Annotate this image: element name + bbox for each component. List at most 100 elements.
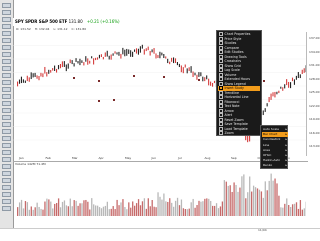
toolbar-tool-icon[interactable] (2, 52, 11, 57)
price-candle (132, 52, 133, 57)
volume-bar (42, 210, 43, 216)
volume-bar (85, 200, 86, 216)
toolbar-tool-icon[interactable] (2, 108, 11, 113)
volume-bar (208, 199, 209, 216)
toolbar-tool-icon[interactable] (2, 115, 11, 120)
date-label: 11/04 (258, 228, 267, 232)
toolbar-tool-icon[interactable] (2, 192, 11, 197)
volume-bar (204, 199, 205, 216)
price-candle (296, 76, 297, 80)
signal-marker (73, 77, 75, 79)
price-tick-label: 134.00 (309, 50, 320, 54)
toolbar-tool-icon[interactable] (2, 59, 11, 64)
toolbar-tool-icon[interactable] (2, 80, 11, 85)
volume-pane[interactable] (13, 166, 306, 218)
toolbar-tool-icon[interactable] (2, 17, 11, 22)
toolbar-tool-icon[interactable] (2, 24, 11, 29)
checkbox-icon (219, 46, 223, 50)
volume-bar (298, 209, 299, 216)
toolbar-tool-icon[interactable] (2, 38, 11, 43)
submenu-item-label: Line (263, 143, 269, 147)
submenu-item-label: Bar Chart (263, 132, 277, 136)
price-candle (144, 49, 145, 54)
volume-bar (212, 206, 213, 216)
menu-item-label: Text Note (225, 104, 240, 108)
time-tick-label: Apr (99, 156, 104, 160)
toolbar-tool-icon[interactable] (2, 185, 11, 190)
volume-bar (37, 203, 38, 216)
volume-bar (183, 208, 184, 216)
checkbox-icon (219, 41, 223, 45)
volume-bar (74, 200, 75, 216)
volume-bar (115, 209, 116, 216)
price-axis[interactable]: 137.00134.00131.00128.00125.00122.00119.… (306, 32, 320, 156)
toolbar-tool-icon[interactable] (2, 87, 11, 92)
left-toolbar (0, 0, 14, 240)
price-candle (70, 60, 71, 64)
price-candle (208, 79, 209, 86)
toolbar-tool-icon[interactable] (2, 150, 11, 155)
volume-bar (134, 206, 135, 216)
volume-bar (232, 192, 233, 216)
volume-bar (239, 188, 240, 216)
volume-bar (140, 205, 141, 216)
price-candle (120, 54, 121, 59)
chart-context-menu: Chart PropertiesPrice StyleStudiesCompar… (216, 30, 262, 136)
submenu-item-label: OHLC (263, 153, 271, 157)
toolbar-tool-icon[interactable] (2, 73, 11, 78)
toolbar-tool-icon[interactable] (2, 157, 11, 162)
price-candle (109, 56, 110, 60)
toolbar-tool-icon[interactable] (2, 199, 11, 204)
menu-item-label: Trendline (225, 91, 239, 95)
price-candle (198, 72, 199, 77)
volume-bar (95, 205, 96, 216)
price-candle (118, 52, 119, 56)
submenu-item[interactable]: Renko▸ (262, 163, 288, 168)
toolbar-tool-icon[interactable] (2, 45, 11, 50)
toolbar-tool-icon[interactable] (2, 164, 11, 169)
volume-bar (265, 181, 266, 216)
toolbar-tool-icon[interactable] (2, 143, 11, 148)
time-tick-label: Jul (178, 156, 182, 160)
toolbar-tool-icon[interactable] (2, 101, 11, 106)
price-candle (177, 62, 178, 65)
menu-item[interactable]: Zoom (218, 131, 260, 136)
price-candle (210, 82, 211, 86)
price-candle (272, 92, 273, 96)
volume-bar (66, 205, 67, 216)
submenu-item-label: Renko (263, 163, 272, 167)
price-candle (183, 67, 184, 73)
toolbar-tool-icon[interactable] (2, 10, 11, 15)
checkbox-icon (219, 50, 223, 54)
toolbar-tool-icon[interactable] (2, 206, 11, 211)
menu-item-label: Compare (225, 46, 239, 50)
price-tick-label: 137.00 (309, 36, 320, 40)
volume-bar (19, 202, 20, 216)
volume-bar (146, 209, 147, 216)
volume-bar (136, 203, 137, 216)
price-candle (191, 66, 192, 73)
toolbar-tool-icon[interactable] (2, 66, 11, 71)
toolbar-tool-icon[interactable] (2, 94, 11, 99)
volume-bar (198, 201, 199, 216)
volume-bar (91, 198, 92, 216)
price-candle (83, 62, 84, 65)
checkbox-icon (219, 100, 223, 104)
volume-bar (161, 200, 162, 216)
toolbar-tool-icon[interactable] (2, 136, 11, 141)
price-candle (189, 67, 190, 71)
checkbox-icon (219, 73, 223, 77)
toolbar-tool-icon[interactable] (2, 3, 11, 8)
toolbar-tool-icon[interactable] (2, 122, 11, 127)
menu-item-label: Extended Hours (225, 77, 251, 81)
price-candle (105, 52, 106, 56)
price-candle (99, 55, 100, 58)
volume-bar (142, 201, 143, 216)
price-candle (72, 60, 73, 64)
toolbar-tool-icon[interactable] (2, 178, 11, 183)
toolbar-tool-icon[interactable] (2, 129, 11, 134)
toolbar-tool-icon[interactable] (2, 31, 11, 36)
toolbar-tool-icon[interactable] (2, 171, 11, 176)
price-candle (128, 49, 129, 53)
volume-bar (167, 202, 168, 216)
